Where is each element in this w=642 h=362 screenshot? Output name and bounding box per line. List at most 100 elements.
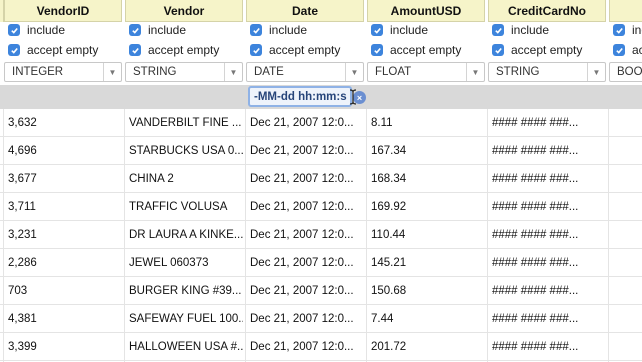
checkbox-checked-icon[interactable] <box>8 44 20 56</box>
cell-amountusd: 150.68 <box>371 285 407 297</box>
cell-date: Dec 21, 2007 12:0... <box>250 201 354 213</box>
cell-creditcardno: #### #### ###... <box>492 117 579 129</box>
type-select-vendorid[interactable]: INTEGER ▼ <box>4 62 122 82</box>
include-option[interactable]: include <box>246 20 364 40</box>
chevron-down-icon[interactable]: ▼ <box>103 63 121 81</box>
column-header-date[interactable]: Date <box>246 0 364 22</box>
cell-vendorid: 3,632 <box>8 117 37 129</box>
import-preview-grid: VendorID Vendor Date AmountUSD CreditCar… <box>0 0 642 362</box>
accept-empty-option[interactable]: accept empty <box>125 40 243 60</box>
column-header-vendor[interactable]: Vendor <box>125 0 243 22</box>
cell-date: Dec 21, 2007 12:0... <box>250 229 354 241</box>
cell-date: Dec 21, 2007 12:0... <box>250 313 354 325</box>
checkbox-checked-icon[interactable] <box>250 44 262 56</box>
cell-vendor: CHINA 2 <box>129 173 174 185</box>
date-format-input[interactable]: -MM-dd hh:mm:s <box>248 86 352 107</box>
cell-creditcardno: #### #### ###... <box>492 313 579 325</box>
cell-vendor: TRAFFIC VOLUSA <box>129 201 228 213</box>
accept-empty-label: accept empty <box>511 43 583 57</box>
cell-amountusd: 168.34 <box>371 173 407 185</box>
accept-empty-label: accept empty <box>390 43 462 57</box>
type-select-6[interactable]: BOO <box>609 62 642 82</box>
checkbox-checked-icon[interactable] <box>371 24 383 36</box>
cell-creditcardno: #### #### ###... <box>492 257 579 269</box>
column-header-creditcardno[interactable]: CreditCardNo <box>488 0 606 22</box>
cell-date: Dec 21, 2007 12:0... <box>250 145 354 157</box>
checkbox-checked-icon[interactable] <box>129 24 141 36</box>
cell-vendor: SAFEWAY FUEL 100... <box>129 313 243 325</box>
checkbox-checked-icon[interactable] <box>492 24 504 36</box>
column-header-vendorid[interactable]: VendorID <box>4 0 122 22</box>
cell-amountusd: 201.72 <box>371 341 407 353</box>
type-select-value: STRING <box>496 66 540 78</box>
cell-vendor: DR LAURA A KINKE... <box>129 229 243 241</box>
include-option[interactable]: include <box>125 20 243 40</box>
checkbox-checked-icon[interactable] <box>8 24 20 36</box>
cell-vendor: JEWEL 060373 <box>129 257 209 269</box>
accept-empty-option[interactable]: ac <box>609 40 642 60</box>
cell-vendorid: 3,399 <box>8 341 37 353</box>
include-option[interactable]: include <box>4 20 122 40</box>
include-option[interactable]: include <box>367 20 485 40</box>
accept-empty-label: accept empty <box>269 43 341 57</box>
cell-amountusd: 110.44 <box>371 229 406 241</box>
column-header-6[interactable] <box>609 0 642 22</box>
cell-amountusd: 7.44 <box>371 313 394 325</box>
type-select-value: INTEGER <box>12 66 64 78</box>
cell-creditcardno: #### #### ###... <box>492 341 579 353</box>
type-select-creditcardno[interactable]: STRING ▼ <box>488 62 606 82</box>
accept-empty-label: accept empty <box>27 43 99 57</box>
cell-amountusd: 8.11 <box>371 117 393 129</box>
include-option[interactable]: inc <box>609 20 642 40</box>
cell-vendor: STARBUCKS USA 0... <box>129 145 243 157</box>
type-select-value: STRING <box>133 66 177 78</box>
chevron-down-icon[interactable]: ▼ <box>224 63 242 81</box>
cell-vendorid: 3,677 <box>8 173 37 185</box>
cell-amountusd: 167.34 <box>371 145 407 157</box>
type-select-date[interactable]: DATE ▼ <box>246 62 364 82</box>
include-label: include <box>269 23 308 37</box>
type-select-amountusd[interactable]: FLOAT ▼ <box>367 62 485 82</box>
cell-vendorid: 4,696 <box>8 145 37 157</box>
checkbox-checked-icon[interactable] <box>613 44 625 56</box>
accept-empty-label: ac <box>632 43 642 57</box>
include-label: include <box>27 23 66 37</box>
type-select-vendor[interactable]: STRING ▼ <box>125 62 243 82</box>
accept-empty-option[interactable]: accept empty <box>4 40 122 60</box>
cell-vendorid: 3,231 <box>8 229 37 241</box>
include-label: include <box>511 23 550 37</box>
cell-vendor: HALLOWEEN USA #... <box>129 341 243 353</box>
accept-empty-option[interactable]: accept empty <box>367 40 485 60</box>
accept-empty-option[interactable]: accept empty <box>246 40 364 60</box>
column-header-amountusd[interactable]: AmountUSD <box>367 0 485 22</box>
checkbox-checked-icon[interactable] <box>371 44 383 56</box>
cell-date: Dec 21, 2007 12:0... <box>250 341 354 353</box>
cell-date: Dec 21, 2007 12:0... <box>250 257 354 269</box>
cell-date: Dec 21, 2007 12:0... <box>250 117 354 129</box>
cell-date: Dec 21, 2007 12:0... <box>250 285 354 297</box>
chevron-down-icon[interactable]: ▼ <box>466 63 484 81</box>
checkbox-checked-icon[interactable] <box>129 44 141 56</box>
cell-vendorid: 2,286 <box>8 257 37 269</box>
chevron-down-icon[interactable]: ▼ <box>345 63 363 81</box>
cell-amountusd: 145.21 <box>371 257 407 269</box>
cell-amountusd: 169.92 <box>371 201 407 213</box>
include-label: include <box>390 23 429 37</box>
checkbox-checked-icon[interactable] <box>250 24 262 36</box>
chevron-down-icon[interactable]: ▼ <box>587 63 605 81</box>
include-label: include <box>148 23 187 37</box>
type-select-value: DATE <box>254 66 284 78</box>
include-label: inc <box>632 23 642 37</box>
accept-empty-option[interactable]: accept empty <box>488 40 606 60</box>
cell-vendorid: 3,711 <box>8 201 36 213</box>
cell-creditcardno: #### #### ###... <box>492 145 579 157</box>
cell-date: Dec 21, 2007 12:0... <box>250 173 354 185</box>
cell-creditcardno: #### #### ###... <box>492 201 579 213</box>
cell-creditcardno: #### #### ###... <box>492 229 579 241</box>
checkbox-checked-icon[interactable] <box>613 24 625 36</box>
include-option[interactable]: include <box>488 20 606 40</box>
text-cursor-icon <box>349 89 357 105</box>
cell-vendor: VANDERBILT FINE ... <box>129 117 242 129</box>
cell-vendorid: 703 <box>8 285 28 297</box>
checkbox-checked-icon[interactable] <box>492 44 504 56</box>
